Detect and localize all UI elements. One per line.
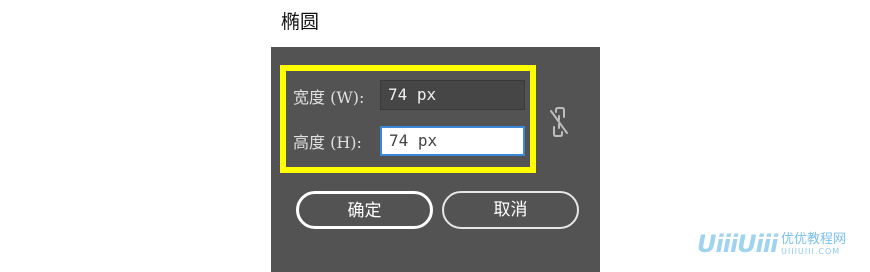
width-label: 宽度 (W):	[293, 88, 365, 107]
cancel-button[interactable]: 取消	[442, 191, 579, 229]
watermark: UiiiUiii 优优教程网 UIIIUIII.COM	[697, 231, 862, 259]
ok-button[interactable]: 确定	[296, 191, 433, 229]
height-label: 高度 (H):	[293, 133, 362, 152]
width-input[interactable]: 74 px	[380, 80, 525, 110]
dialog-title: 椭圆	[281, 11, 320, 33]
height-input[interactable]: 74 px	[380, 126, 525, 156]
ellipse-dialog: 宽度 (W): 74 px 高度 (H): 74 px 确定 取消	[271, 47, 600, 272]
watermark-url: UIIIUIII.COM	[781, 247, 841, 256]
watermark-logo: UiiiUiii	[697, 230, 778, 258]
watermark-text: 优优教程网	[781, 232, 847, 247]
unlink-chain-icon[interactable]	[547, 107, 571, 137]
